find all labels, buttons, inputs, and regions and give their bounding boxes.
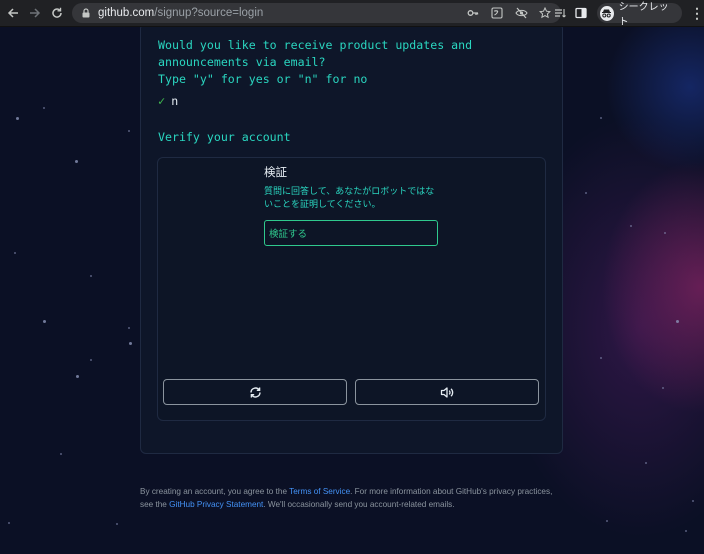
back-button[interactable] (3, 3, 23, 23)
incognito-label: シークレット (618, 2, 669, 28)
star-decoration (16, 117, 19, 120)
speaker-icon (440, 386, 453, 398)
incognito-profile-button[interactable]: シークレット (596, 2, 682, 28)
arrow-right-icon (30, 8, 41, 18)
star-decoration (90, 359, 92, 361)
star-decoration (128, 130, 130, 132)
lock-icon (82, 8, 90, 18)
arrow-left-icon (7, 8, 18, 18)
privacy-statement-link[interactable]: GitHub Privacy Statement (169, 500, 263, 509)
star-decoration (75, 160, 78, 163)
star-decoration (128, 327, 130, 329)
star-decoration (585, 192, 587, 194)
star-decoration (60, 453, 62, 455)
star-decoration (8, 522, 10, 524)
kebab-menu-icon[interactable]: ⋮ (690, 5, 704, 22)
captcha-audio-button[interactable] (355, 379, 539, 405)
star-decoration (116, 523, 118, 525)
star-decoration (600, 117, 602, 119)
star-decoration (685, 530, 687, 532)
star-decoration (90, 275, 92, 277)
captcha-title: 検証 (264, 167, 287, 179)
footer-text: By creating an account, you agree to the (140, 487, 290, 496)
star-decoration (662, 387, 664, 389)
refresh-icon (249, 386, 261, 398)
url-text: github.com/signup?source=login (98, 7, 263, 19)
browser-toolbar: github.com/signup?source=login シークレット ⋮ (0, 0, 704, 28)
star-decoration (692, 500, 694, 502)
star-decoration (14, 252, 16, 254)
url-host: github.com (98, 7, 155, 19)
address-bar[interactable]: github.com/signup?source=login (72, 3, 561, 23)
forward-button[interactable] (25, 3, 45, 23)
star-decoration (645, 462, 647, 464)
star-decoration (600, 357, 602, 359)
star-decoration (129, 342, 132, 345)
answer-value: n (171, 94, 179, 108)
key-icon[interactable] (465, 5, 481, 21)
captcha-frame: 検証 質問に回答して、あなたがロボットではな いことを証明してください。 検証す… (157, 157, 546, 421)
terms-of-service-link[interactable]: Terms of Service (289, 487, 350, 496)
star-decoration (43, 320, 46, 323)
side-panel-icon[interactable] (574, 5, 589, 21)
captcha-verify-button[interactable]: 検証する (264, 220, 438, 246)
email-preference-question: Would you like to receive product update… (158, 38, 473, 86)
reload-button[interactable] (47, 3, 67, 23)
reload-icon (52, 7, 62, 18)
bookmark-star-icon[interactable] (537, 5, 553, 21)
captcha-description: 質問に回答して、あなたがロボットではな いことを証明してください。 (264, 186, 435, 209)
captcha-reload-button[interactable] (163, 379, 347, 405)
url-path: /signup?source=login (154, 7, 264, 19)
footer-text: . We'll occasionally send you account-re… (263, 499, 455, 509)
star-decoration (664, 232, 666, 234)
translate-icon[interactable] (489, 5, 505, 21)
star-decoration (676, 320, 679, 323)
reading-list-icon[interactable] (553, 5, 568, 21)
signup-card: Would you like to receive product update… (140, 27, 563, 454)
checkmark-icon: ✓ (158, 94, 166, 108)
verify-account-heading: Verify your account (158, 130, 291, 144)
eye-off-icon[interactable] (513, 5, 529, 21)
signup-footer-terms: By creating an account, you agree to the… (140, 486, 560, 511)
incognito-icon (599, 5, 614, 21)
email-preference-answer: ✓ n (158, 94, 178, 108)
star-decoration (630, 225, 632, 227)
star-decoration (76, 375, 79, 378)
star-decoration (43, 107, 45, 109)
signup-page: Would you like to receive product update… (0, 27, 704, 554)
star-decoration (606, 520, 608, 522)
